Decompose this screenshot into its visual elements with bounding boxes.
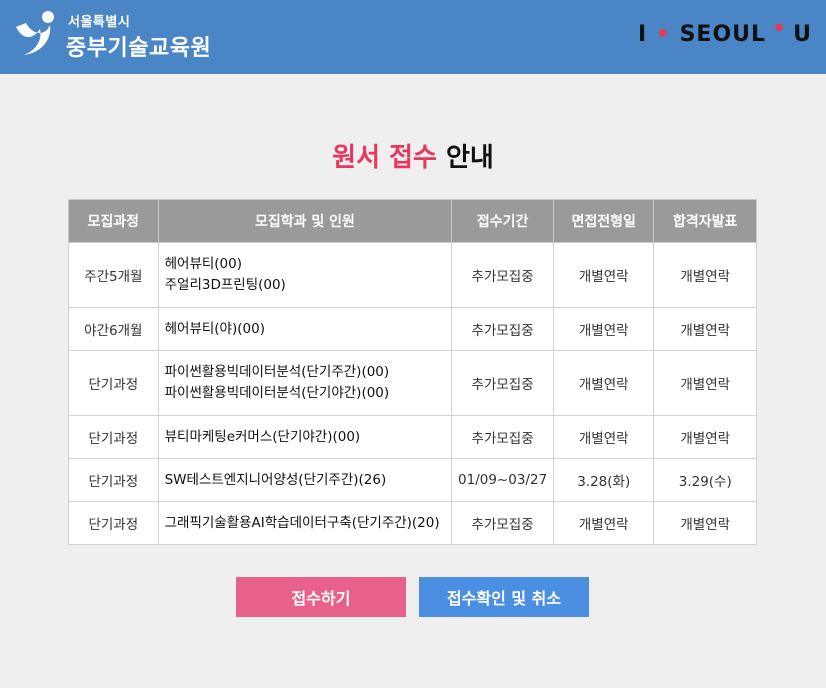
table-row: 단기과정 SW테스트엔지니어양성(단기주간)(26) 01/09~03/27 3…	[68, 458, 757, 502]
cell-result: 개별연락	[653, 415, 757, 459]
page-title: 원서 접수 안내	[0, 137, 826, 174]
dept-line: 파이썬활용빅데이터분석(단기주간)(00)	[164, 364, 390, 380]
brand-dot: ●	[774, 22, 785, 33]
cell-course: 단기과정	[68, 415, 159, 459]
table-row: 단기과정 뷰티마케팅e커머스(단기야간)(00) 추가모집중 개별연락 개별연락	[68, 415, 757, 459]
header-period: 접수기간	[451, 199, 554, 243]
brand-seoul: SEOUL	[679, 22, 767, 47]
table-row: 단기과정 파이썬활용빅데이터분석(단기주간)(00) 파이썬활용빅데이터분석(단…	[68, 350, 757, 416]
cell-interview: 개별연락	[552, 350, 655, 416]
check-cancel-button[interactable]: 접수확인 및 취소	[419, 577, 589, 617]
brand-dash: •	[655, 22, 671, 47]
brand-u: U	[793, 22, 812, 47]
cell-dept: 파이썬활용빅데이터분석(단기주간)(00) 파이썬활용빅데이터분석(단기야간)(…	[157, 350, 453, 416]
title-plain: 안내	[445, 143, 494, 173]
cell-period: 추가모집중	[451, 307, 554, 351]
table-row: 야간6개월 헤어뷰티(야)(00) 추가모집중 개별연락 개별연락	[68, 307, 757, 351]
header-result: 합격자발표	[653, 199, 757, 243]
dept-line: 헤어뷰티(야)(00)	[164, 320, 265, 337]
brand-i: I	[637, 22, 648, 47]
cell-period: 추가모집중	[451, 415, 554, 459]
cell-dept: SW테스트엔지니어양성(단기주간)(26)	[157, 458, 453, 502]
cell-period: 추가모집중	[451, 350, 554, 416]
table-row: 주간5개월 헤어뷰티(00) 주얼리3D프린팅(00) 추가모집중 개별연락 개…	[68, 242, 757, 308]
cell-interview: 개별연락	[552, 501, 655, 545]
dept-line: 그래픽기술활용AI학습데이터구축(단기주간)(20)	[164, 514, 440, 531]
cell-dept: 헤어뷰티(00) 주얼리3D프린팅(00)	[157, 242, 453, 308]
cell-result: 개별연락	[653, 350, 757, 416]
dept-line: 파이썬활용빅데이터분석(단기야간)(00)	[164, 385, 390, 401]
cell-period: 추가모집중	[451, 501, 554, 545]
cell-result: 개별연락	[653, 242, 757, 308]
dept-line: 뷰티마케팅e커머스(단기야간)(00)	[164, 428, 361, 445]
table-row: 단기과정 그래픽기술활용AI학습데이터구축(단기주간)(20) 추가모집중 개별…	[68, 501, 757, 545]
cell-course: 야간6개월	[68, 307, 159, 351]
cell-course: 단기과정	[68, 458, 159, 502]
table-header-row: 모집과정 모집학과 및 인원 접수기간 면접전형일 합격자발표	[68, 199, 757, 243]
cell-interview: 개별연락	[552, 242, 655, 308]
cell-interview: 개별연락	[552, 415, 655, 459]
cell-dept: 뷰티마케팅e커머스(단기야간)(00)	[157, 415, 453, 459]
iseoulu-logo[interactable]: I • SEOUL ● U	[638, 22, 812, 47]
dept-line: 헤어뷰티(00)	[164, 256, 243, 272]
cell-period: 추가모집중	[451, 242, 554, 308]
cell-result: 개별연락	[653, 501, 757, 545]
header-course: 모집과정	[68, 199, 159, 243]
site-header: 서울특별시 중부기술교육원 I • SEOUL ● U	[0, 0, 826, 74]
dept-line: 주얼리3D프린팅(00)	[164, 277, 286, 293]
cell-dept: 그래픽기술활용AI학습데이터구축(단기주간)(20)	[157, 501, 453, 545]
apply-button[interactable]: 접수하기	[236, 577, 406, 617]
header-interview: 면접전형일	[552, 199, 655, 243]
org-subtitle: 서울특별시	[68, 15, 131, 30]
header-dept: 모집학과 및 인원	[157, 199, 453, 243]
cell-interview: 3.28(화)	[552, 458, 655, 502]
org-name: 중부기술교육원	[66, 36, 212, 61]
cell-course: 단기과정	[68, 501, 159, 545]
seoul-logo-icon[interactable]	[12, 9, 60, 59]
cell-result: 3.29(수)	[653, 458, 757, 502]
title-accent: 원서 접수	[332, 143, 437, 173]
cell-interview: 개별연락	[552, 307, 655, 351]
dept-line: SW테스트엔지니어양성(단기주간)(26)	[164, 471, 387, 488]
cell-course: 단기과정	[68, 350, 159, 416]
cell-period: 01/09~03/27	[451, 458, 554, 502]
cell-dept: 헤어뷰티(야)(00)	[157, 307, 453, 351]
recruitment-table: 모집과정 모집학과 및 인원 접수기간 면접전형일 합격자발표 주간5개월 헤어…	[68, 199, 757, 545]
cell-course: 주간5개월	[68, 242, 159, 308]
cell-result: 개별연락	[653, 307, 757, 351]
